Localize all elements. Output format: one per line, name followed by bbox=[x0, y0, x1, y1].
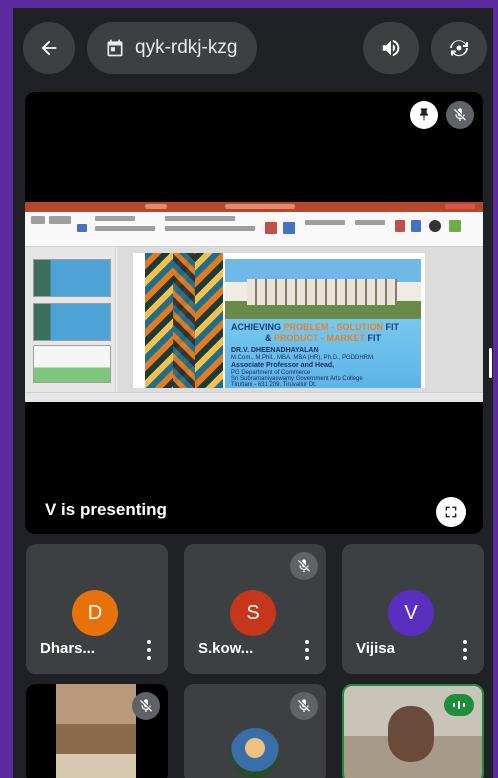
participant-video-tile[interactable] bbox=[342, 684, 484, 778]
meet-app: qyk-rdkj-kzg ACHIEVING PROBLEM - SOLUTIO… bbox=[13, 8, 493, 778]
speaker-icon bbox=[382, 39, 400, 57]
presenting-label: V is presenting bbox=[45, 500, 167, 519]
camera-switch-icon bbox=[450, 40, 468, 57]
avatar: S bbox=[230, 590, 276, 636]
slide-title-line2: & PRODUCT - MARKET FIT bbox=[265, 333, 381, 343]
slide-thumbnails bbox=[25, 247, 116, 392]
more-options-button[interactable] bbox=[462, 640, 468, 660]
college-building-photo bbox=[225, 259, 421, 319]
mic-off-icon bbox=[290, 552, 318, 580]
slide-thumbnail[interactable] bbox=[33, 259, 111, 297]
slide-speaker-details: M.Com., M.Phil., MBA, MBA (HR), Ph.D., P… bbox=[231, 355, 375, 361]
app-title-bar bbox=[25, 202, 483, 212]
tribal-pattern-overlay bbox=[173, 253, 195, 388]
participant-tile[interactable]: V Vijisa bbox=[342, 544, 484, 674]
more-options-button[interactable] bbox=[304, 640, 310, 660]
slide-title-line1: ACHIEVING PROBLEM - SOLUTION FIT bbox=[231, 322, 400, 332]
slide-canvas: ACHIEVING PROBLEM - SOLUTION FIT & PRODU… bbox=[117, 247, 483, 392]
participant-name: Vijisa bbox=[356, 640, 395, 657]
participant-name: Dhars... bbox=[40, 640, 96, 657]
mic-off-icon bbox=[290, 692, 318, 720]
participant-tile[interactable] bbox=[184, 684, 326, 778]
calendar-icon bbox=[107, 39, 123, 57]
presentation-tile[interactable]: ACHIEVING PROBLEM - SOLUTION FIT & PRODU… bbox=[25, 92, 483, 534]
avatar: V bbox=[388, 590, 434, 636]
participant-tile[interactable]: D Dhars... bbox=[26, 544, 168, 674]
pin-icon bbox=[420, 108, 428, 121]
slide-designation: Associate Professor and Head, bbox=[231, 362, 335, 369]
switch-camera-button[interactable] bbox=[431, 22, 487, 74]
current-slide: ACHIEVING PROBLEM - SOLUTION FIT & PRODU… bbox=[133, 253, 425, 388]
participant-video-tile[interactable] bbox=[26, 684, 168, 778]
participant-tile[interactable]: S S.kow... bbox=[184, 544, 326, 674]
shared-screen: ACHIEVING PROBLEM - SOLUTION FIT & PRODU… bbox=[25, 202, 483, 402]
fullscreen-button[interactable] bbox=[436, 497, 466, 527]
mic-off-icon bbox=[132, 692, 160, 720]
slide-thumbnail[interactable] bbox=[33, 303, 111, 341]
avatar: D bbox=[72, 590, 118, 636]
back-button[interactable] bbox=[23, 22, 75, 74]
slide-thumbnail[interactable] bbox=[33, 345, 111, 383]
mic-off-icon bbox=[454, 108, 466, 121]
ribbon-toolbar bbox=[25, 212, 483, 247]
avatar bbox=[230, 728, 280, 778]
more-options-button[interactable] bbox=[146, 640, 152, 660]
participant-face bbox=[388, 706, 434, 762]
back-arrow-icon bbox=[41, 40, 57, 56]
slide-speaker-name: DR.V. DHEENADHAYALAN bbox=[231, 347, 319, 354]
meeting-code-pill[interactable]: qyk-rdkj-kzg bbox=[87, 22, 257, 74]
status-bar bbox=[25, 392, 483, 402]
slide-place: Tiruttani - 631 209. Tiruvallur Dt. bbox=[231, 382, 317, 388]
participant-video bbox=[56, 684, 136, 778]
scrollbar[interactable] bbox=[489, 348, 492, 378]
audio-output-button[interactable] bbox=[363, 22, 419, 74]
speaking-indicator-icon bbox=[444, 694, 474, 716]
presenter-mic-status bbox=[446, 101, 474, 129]
slide-text-panel: ACHIEVING PROBLEM - SOLUTION FIT & PRODU… bbox=[225, 319, 421, 388]
pin-button[interactable] bbox=[410, 101, 438, 129]
meeting-code: qyk-rdkj-kzg bbox=[135, 37, 238, 58]
top-bar: qyk-rdkj-kzg bbox=[13, 8, 493, 88]
participant-name: S.kow... bbox=[198, 640, 254, 657]
fullscreen-icon bbox=[445, 506, 457, 518]
